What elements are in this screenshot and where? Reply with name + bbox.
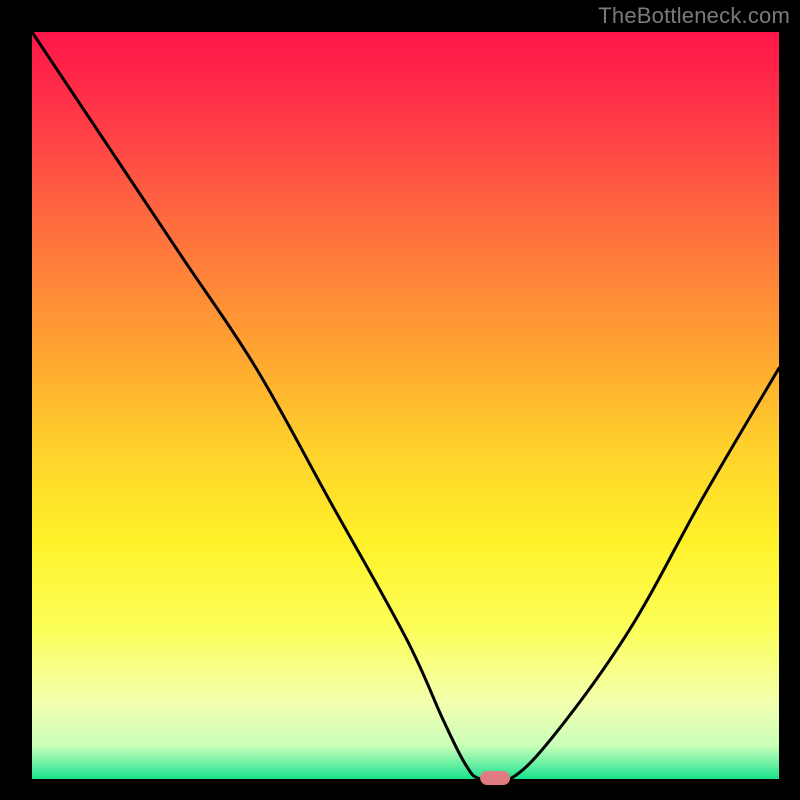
watermark-text: TheBottleneck.com bbox=[598, 3, 790, 29]
chart-stage: TheBottleneck.com bbox=[0, 0, 800, 800]
chart-background bbox=[0, 0, 800, 800]
